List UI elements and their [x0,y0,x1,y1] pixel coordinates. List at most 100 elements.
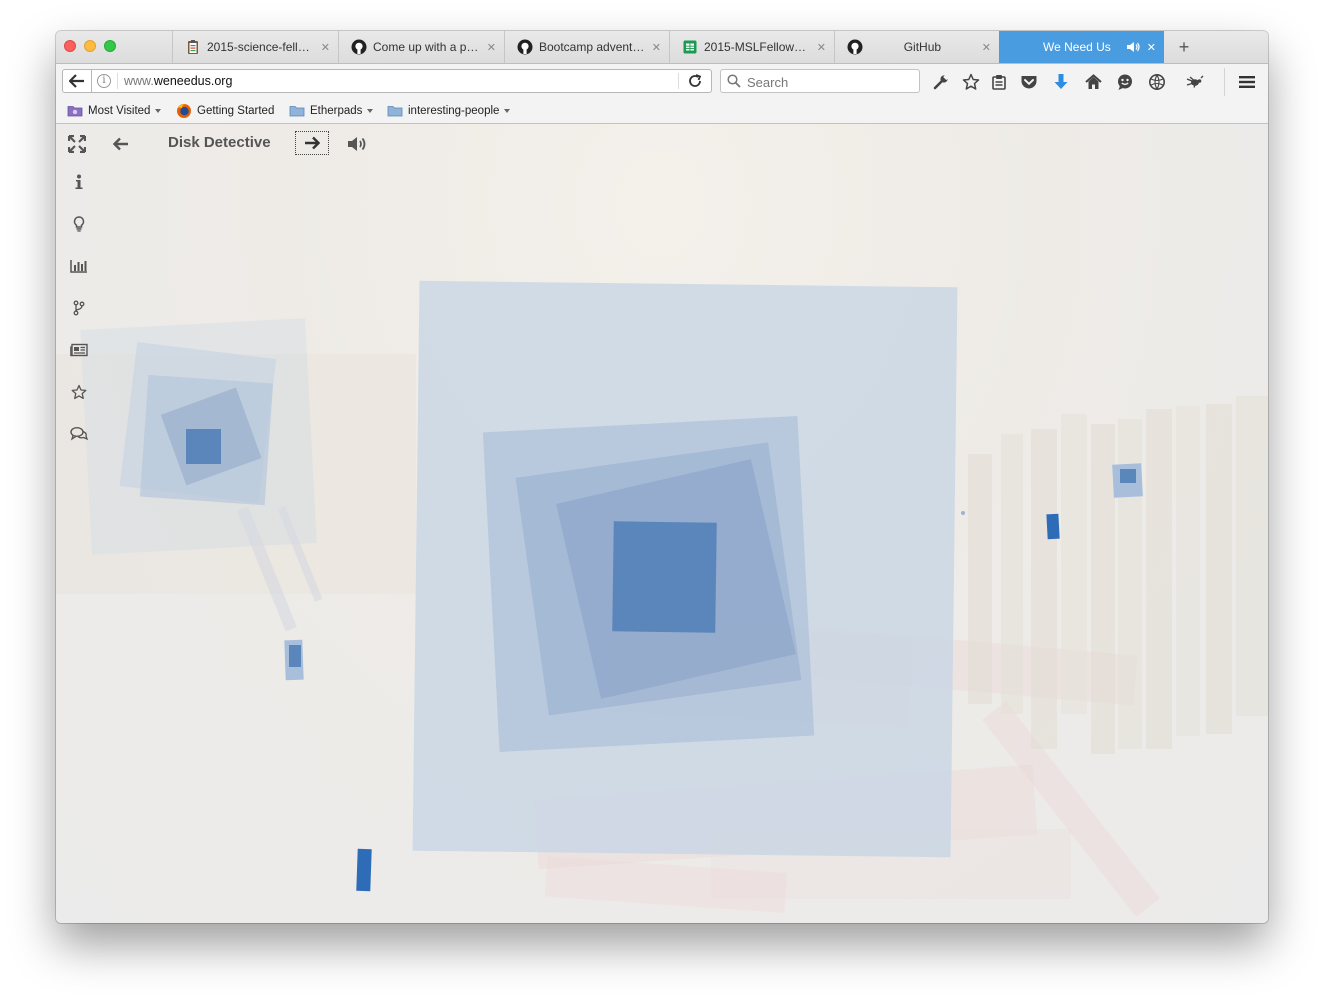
bar-chart-icon[interactable] [70,257,88,275]
clipboard-icon[interactable] [990,73,1008,91]
bar-shape [1146,409,1172,749]
close-icon[interactable]: ✕ [1147,41,1156,54]
bar-shape [968,454,992,704]
firefox-icon [176,104,192,118]
star-icon[interactable] [70,383,88,401]
tab-msl-fellows[interactable]: 2015-MSLFellows-… ✕ [669,31,834,63]
close-icon[interactable]: ✕ [982,41,991,54]
github-icon [847,39,863,55]
tab-title: Come up with a pr… [373,40,481,54]
bug-icon[interactable] [1186,73,1204,91]
bar-shape [1031,429,1057,749]
globe-icon[interactable] [1148,73,1166,91]
close-window-button[interactable] [64,40,76,52]
home-icon[interactable] [1084,73,1102,91]
tab-strip: 2015-science-fello… ✕ Come up with a pr…… [56,31,1268,64]
bookmark-etherpads[interactable]: Etherpads [289,103,374,119]
marker-bar[interactable] [356,848,372,892]
github-icon [517,39,533,55]
central-disk-core[interactable] [612,521,717,633]
close-icon[interactable]: ✕ [487,41,496,54]
bar-shape [1091,424,1115,754]
chevron-down-icon [367,109,374,113]
branch-icon[interactable] [70,299,88,317]
zoom-window-button[interactable] [104,40,116,52]
search-input[interactable] [745,72,917,92]
url-separator [117,73,118,89]
pocket-icon[interactable] [1020,73,1038,91]
bookmark-most-visited[interactable]: Most Visited [67,103,162,119]
speaker-icon[interactable] [1125,39,1141,55]
marker-core[interactable] [1120,469,1136,483]
back-arrow-icon [69,74,84,88]
bookmark-interesting-people[interactable]: interesting-people [387,103,511,119]
bar-shape [1176,406,1200,736]
tab-title: Bootcamp adventu… [539,40,646,54]
most-visited-icon [67,105,83,117]
bar-shape [1206,404,1232,734]
tab-title: 2015-MSLFellows-… [704,40,811,54]
bookmarks-toolbar: Most Visited Getting Started Etherpads i… [56,100,1268,124]
back-arrow-icon[interactable] [112,135,130,153]
url-text: www.weneedus.org [124,74,232,88]
search-icon [727,74,741,93]
chevron-down-icon [155,109,162,113]
tab-bootcamp[interactable]: Bootcamp adventu… ✕ [504,31,669,63]
search-bar[interactable] [720,69,920,93]
menu-icon[interactable] [1238,73,1256,91]
close-icon[interactable]: ✕ [652,41,661,54]
marker-dot [961,511,965,515]
tab-github[interactable]: GitHub ✕ [834,31,999,63]
site-info-icon[interactable]: i [97,74,111,88]
page-content: Disk Detective [56,124,1268,923]
tab-science-fellows[interactable]: 2015-science-fello… ✕ [172,31,338,63]
marker-core[interactable] [289,645,301,667]
reload-icon[interactable] [687,73,703,94]
spreadsheet-icon [682,39,698,55]
fullscreen-icon[interactable] [68,135,86,153]
comments-icon[interactable] [70,425,88,443]
minimize-window-button[interactable] [84,40,96,52]
wrench-icon[interactable] [932,73,950,91]
bar-shape [1236,396,1268,716]
close-icon[interactable]: ✕ [817,41,826,54]
disk-visualization[interactable] [56,124,1268,923]
reload-separator [678,73,679,89]
folder-icon [289,105,305,117]
toolbar-separator [1224,68,1225,96]
github-icon [351,39,367,55]
page-title: Disk Detective [168,134,271,151]
browser-window: 2015-science-fello… ✕ Come up with a pr…… [56,31,1268,923]
chevron-down-icon [504,109,511,113]
newspaper-icon[interactable] [70,341,88,359]
right-bar-field [968,396,1268,754]
volume-icon[interactable] [347,134,369,154]
lightbulb-icon[interactable] [70,215,88,233]
marker-bar[interactable] [1046,513,1060,540]
tab-we-need-us[interactable]: We Need Us ✕ [999,31,1164,63]
info-icon[interactable] [70,173,88,191]
chat-icon[interactable] [1116,73,1134,91]
folder-icon [387,105,403,117]
tab-come-up-with[interactable]: Come up with a pr… ✕ [338,31,504,63]
bookmark-getting-started[interactable]: Getting Started [176,103,274,119]
new-tab-button[interactable]: + [1174,35,1194,59]
tab-title: 2015-science-fello… [207,40,315,54]
navigation-bar: i www.weneedus.org [56,64,1268,100]
close-icon[interactable]: ✕ [321,41,330,54]
next-arrow-icon [305,136,320,150]
star-icon[interactable] [962,73,980,91]
disk-core[interactable] [186,429,221,464]
back-button[interactable] [62,69,92,93]
url-prefix: www. [124,74,154,88]
url-bar[interactable]: i www.weneedus.org [92,69,712,93]
download-icon[interactable] [1052,73,1070,91]
bar-shape [1001,434,1023,714]
bookmark-label: Most Visited [88,105,151,117]
bar-shape [1061,414,1087,714]
bookmark-label: Getting Started [197,105,275,117]
bookmark-label: interesting-people [408,105,500,117]
tab-title: We Need Us [1042,40,1111,54]
next-button[interactable] [295,131,329,155]
bookmark-label: Etherpads [310,105,363,117]
